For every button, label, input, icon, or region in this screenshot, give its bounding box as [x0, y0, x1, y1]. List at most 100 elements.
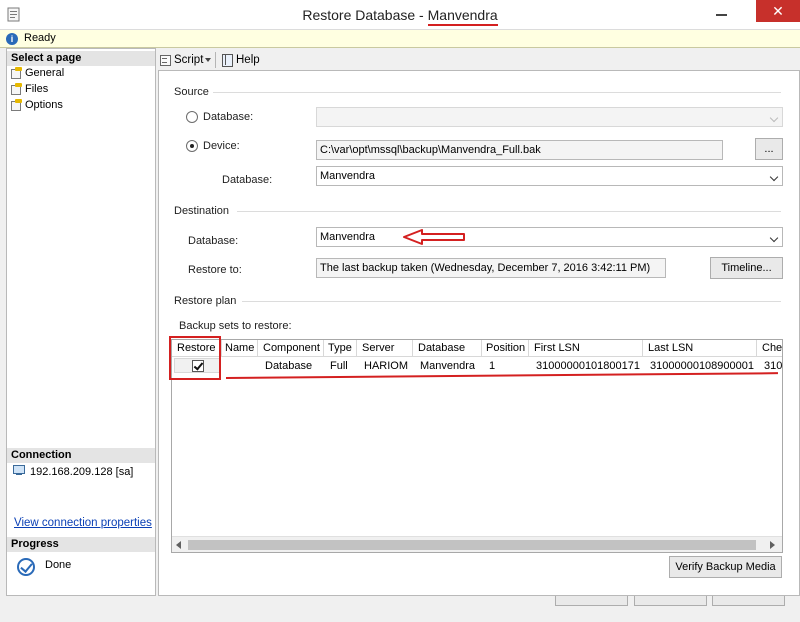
column-header-database[interactable]: Database — [418, 342, 465, 354]
destination-section-label: Destination — [174, 205, 230, 217]
restore-to-field[interactable]: The last backup taken (Wednesday, Decemb… — [316, 258, 666, 278]
info-icon: i — [6, 33, 18, 45]
row-position: 1 — [489, 360, 496, 372]
progress-header: Progress — [7, 537, 155, 552]
page-item-label: Options — [25, 99, 63, 111]
column-header-type[interactable]: Type — [328, 342, 352, 354]
page-item-files[interactable]: Files — [11, 82, 48, 97]
toolbar-separator — [215, 52, 216, 68]
annotation-arrow-icon — [403, 229, 465, 245]
scroll-right-icon[interactable] — [770, 541, 775, 549]
row-type: Full — [330, 360, 348, 372]
view-connection-properties-link[interactable]: View connection properties — [14, 517, 152, 529]
scroll-thumb[interactable] — [188, 540, 756, 550]
source-database-label: Database: — [222, 174, 273, 186]
timeline-button[interactable]: Timeline... — [710, 257, 783, 279]
source-section-label: Source — [174, 86, 209, 98]
row-first-lsn: 31000000101800171 — [536, 360, 641, 372]
annotation-restore-highlight — [169, 336, 221, 380]
source-database-combo[interactable] — [316, 107, 783, 127]
row-server: HARIOM — [364, 360, 408, 372]
grid-header: Restore Name Component Type Server Datab… — [172, 340, 782, 357]
restore-plan-divider — [242, 301, 781, 302]
column-separator — [356, 340, 357, 357]
script-button[interactable]: Script — [160, 52, 212, 68]
device-radio-label: Device: — [203, 140, 240, 152]
database-radio[interactable] — [186, 111, 198, 123]
restore-plan-section-label: Restore plan — [174, 295, 237, 307]
connection-text: 192.168.209.128 [sa] — [30, 466, 134, 478]
row-component: Database — [265, 360, 313, 372]
column-header-check[interactable]: Chec — [762, 342, 782, 354]
page-item-label: General — [25, 67, 65, 79]
device-path-field[interactable]: C:\var\opt\mssql\backup\Manvendra_Full.b… — [316, 140, 723, 160]
column-header-first-lsn[interactable]: First LSN — [534, 342, 580, 354]
column-separator — [481, 340, 482, 357]
scroll-left-icon[interactable] — [176, 541, 181, 549]
destination-divider — [237, 211, 781, 212]
backup-sets-label: Backup sets to restore: — [179, 320, 292, 332]
page-item-options[interactable]: Options — [11, 98, 63, 113]
device-radio[interactable] — [186, 140, 198, 152]
row-check: 310 — [764, 360, 783, 372]
table-row[interactable]: Database Full HARIOM Manvendra 1 3100000… — [172, 357, 783, 374]
status-text: Ready — [24, 32, 56, 44]
page-item-general[interactable]: General — [11, 66, 64, 81]
help-button[interactable]: Help — [222, 52, 260, 68]
source-divider — [213, 92, 781, 93]
column-header-component[interactable]: Component — [263, 342, 320, 354]
verify-backup-media-button[interactable]: Verify Backup Media — [669, 556, 782, 578]
source-device-database-combo[interactable]: Manvendra — [316, 166, 783, 186]
window-title-prefix: Restore Database - — [302, 7, 428, 23]
column-separator — [257, 340, 258, 357]
connection-item: 192.168.209.128 [sa] — [13, 465, 133, 478]
page-icon — [11, 99, 22, 111]
source-device-database-value: Manvendra — [320, 170, 376, 182]
title-bar: Restore Database - Manvendra ✕ — [0, 0, 800, 30]
column-header-server[interactable]: Server — [362, 342, 394, 354]
column-header-position[interactable]: Position — [486, 342, 525, 354]
chevron-down-icon — [205, 58, 212, 62]
column-separator — [642, 340, 643, 357]
window-title-database: Manvendra — [427, 7, 498, 26]
column-separator — [756, 340, 757, 357]
restore-to-label: Restore to: — [188, 264, 242, 276]
done-check-icon — [17, 558, 35, 576]
help-bottom-button[interactable] — [712, 596, 785, 606]
status-bar: i Ready — [0, 30, 800, 48]
minimize-button[interactable] — [706, 0, 736, 26]
cancel-button[interactable] — [634, 596, 707, 606]
destination-database-combo[interactable]: Manvendra — [316, 227, 783, 247]
server-icon — [13, 465, 25, 476]
column-separator — [221, 340, 222, 357]
help-label: Help — [236, 54, 260, 66]
column-header-last-lsn[interactable]: Last LSN — [648, 342, 693, 354]
browse-device-button[interactable]: ... — [755, 138, 783, 160]
database-radio-label: Database: — [203, 111, 254, 123]
script-label: Script — [174, 54, 204, 66]
column-separator — [528, 340, 529, 357]
page-item-label: Files — [25, 83, 49, 95]
column-separator — [323, 340, 324, 357]
ok-button[interactable] — [555, 596, 628, 606]
close-button[interactable]: ✕ — [756, 0, 800, 22]
script-icon — [160, 54, 171, 66]
row-database: Manvendra — [420, 360, 476, 372]
backup-sets-grid: Restore Name Component Type Server Datab… — [171, 339, 783, 553]
destination-database-label: Database: — [188, 235, 239, 247]
chevron-down-icon — [769, 172, 779, 182]
chevron-down-icon — [769, 233, 779, 243]
help-icon — [222, 54, 233, 67]
window-title: Restore Database - Manvendra — [0, 7, 800, 26]
page-icon — [11, 83, 22, 95]
progress-status: Done — [45, 559, 72, 571]
column-separator — [412, 340, 413, 357]
left-panel: Select a page General Files Options Conn… — [6, 48, 156, 596]
column-header-name[interactable]: Name — [225, 342, 254, 354]
chevron-down-icon — [769, 113, 779, 123]
connection-header: Connection — [7, 448, 155, 463]
horizontal-scrollbar[interactable] — [172, 536, 782, 552]
page-icon — [11, 67, 22, 79]
select-page-header: Select a page — [7, 51, 155, 66]
destination-database-value: Manvendra — [320, 231, 376, 243]
